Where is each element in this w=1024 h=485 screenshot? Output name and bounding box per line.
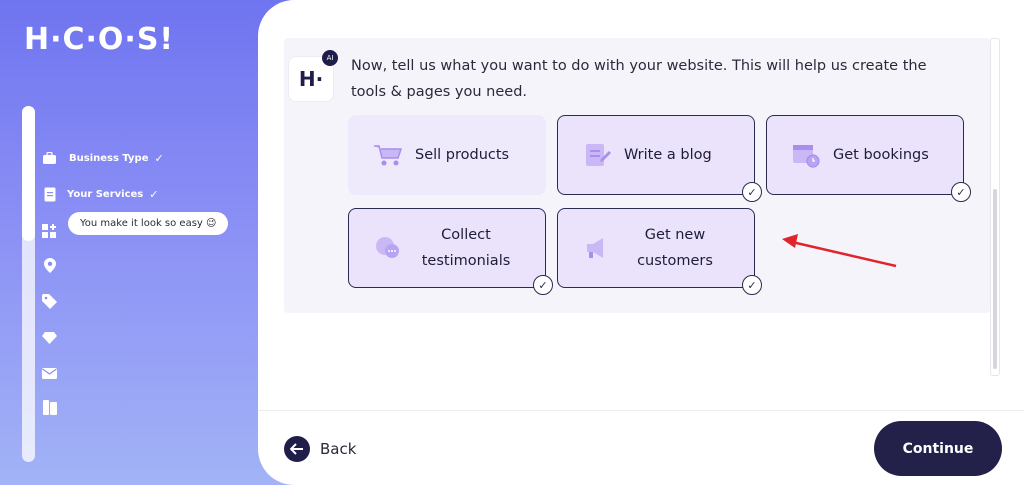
option-label: Sell products xyxy=(415,147,510,163)
back-label: Back xyxy=(320,440,357,458)
check-icon: ✓ xyxy=(533,275,553,295)
option-collect-testimonials[interactable]: Collect testimonials ✓ xyxy=(348,208,553,295)
book-icon xyxy=(42,400,57,415)
sidebar: H·C·O·S! Business Type ✓ Your Services ✓… xyxy=(0,0,300,485)
diamond-icon xyxy=(42,330,57,345)
step-label: Your Services xyxy=(67,189,144,200)
check-icon: ✓ xyxy=(149,188,159,201)
step-label: Business Type xyxy=(69,153,149,164)
tooltip: You make it look so easy 😉 xyxy=(68,212,229,235)
briefcase-icon xyxy=(42,151,57,166)
megaphone-icon xyxy=(580,231,614,265)
annotation-arrow-icon xyxy=(782,234,897,268)
step-style[interactable] xyxy=(42,330,57,345)
option-get-new-customers[interactable]: Get new customers ✓ xyxy=(557,208,762,295)
progress-fill xyxy=(22,106,35,242)
calendar-clock-icon xyxy=(789,138,823,172)
location-pin-icon xyxy=(42,258,57,273)
option-label: Get new customers xyxy=(637,227,713,269)
check-icon: ✓ xyxy=(154,152,164,165)
step-business-type[interactable]: Business Type ✓ xyxy=(42,151,164,166)
scrollbar[interactable] xyxy=(990,38,1000,376)
shopping-cart-icon xyxy=(371,138,405,172)
main-panel: H· AI Now, tell us what you want to do w… xyxy=(258,0,1024,485)
step-features[interactable] xyxy=(42,224,57,239)
ai-badge: AI xyxy=(322,50,338,66)
footer-divider xyxy=(258,410,1024,411)
apps-icon xyxy=(42,224,57,239)
progress-track xyxy=(22,106,35,462)
option-write-a-blog[interactable]: Write a blog ✓ xyxy=(557,115,762,202)
step-pricing[interactable] xyxy=(42,294,57,309)
option-label: Collect testimonials xyxy=(421,227,511,269)
check-icon: ✓ xyxy=(742,182,762,202)
continue-button[interactable]: Continue xyxy=(874,421,1002,476)
step-your-services[interactable]: Your Services ✓ xyxy=(42,187,158,202)
option-label: Write a blog xyxy=(624,147,712,163)
option-sell-products[interactable]: Sell products xyxy=(348,115,546,195)
tag-icon xyxy=(42,294,57,309)
check-icon: ✓ xyxy=(742,275,762,295)
logo: H·C·O·S! xyxy=(24,22,175,57)
option-label: Get bookings xyxy=(833,147,929,163)
assistant-question: Now, tell us what you want to do with yo… xyxy=(351,58,927,100)
step-contact[interactable] xyxy=(42,366,57,381)
step-pages[interactable] xyxy=(42,400,57,415)
step-location[interactable] xyxy=(42,258,57,273)
scroll-thumb[interactable] xyxy=(993,189,997,369)
mail-icon xyxy=(42,366,57,381)
chat-bubbles-icon xyxy=(371,231,405,265)
option-get-bookings[interactable]: Get bookings ✓ xyxy=(766,115,971,202)
blog-writing-icon xyxy=(580,138,614,172)
back-button[interactable]: Back xyxy=(284,436,356,462)
document-icon xyxy=(42,187,57,202)
arrow-left-icon xyxy=(284,436,310,462)
check-icon: ✓ xyxy=(951,182,971,202)
